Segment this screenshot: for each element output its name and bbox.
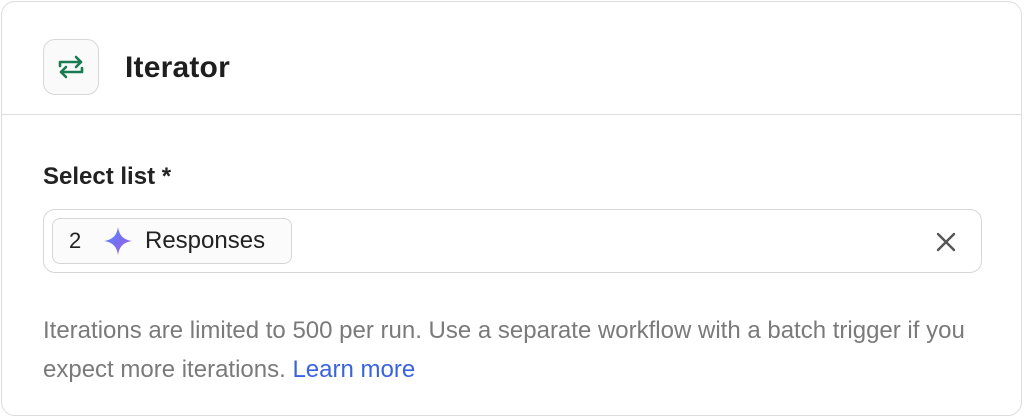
- help-text: Iterations are limited to 500 per run. U…: [43, 311, 983, 389]
- sparkle-icon: [101, 224, 135, 258]
- learn-more-link[interactable]: Learn more: [292, 356, 415, 383]
- select-list-label: Select list *: [43, 163, 172, 190]
- chip-label: Responses: [145, 227, 266, 254]
- iterator-card: Iterator Select list * 2 Responses Itera…: [1, 1, 1022, 416]
- close-icon: [936, 232, 956, 252]
- help-description: Iterations are limited to 500 per run. U…: [43, 317, 965, 383]
- selected-list-chip[interactable]: 2 Responses: [52, 218, 292, 264]
- chip-step-number: 2: [69, 228, 82, 253]
- select-list-input[interactable]: 2 Responses: [43, 209, 982, 273]
- page-title: Iterator: [125, 51, 230, 84]
- card-header: Iterator: [2, 2, 1021, 115]
- clear-selection-button[interactable]: [933, 229, 959, 255]
- repeat-arrows-icon: [43, 39, 99, 95]
